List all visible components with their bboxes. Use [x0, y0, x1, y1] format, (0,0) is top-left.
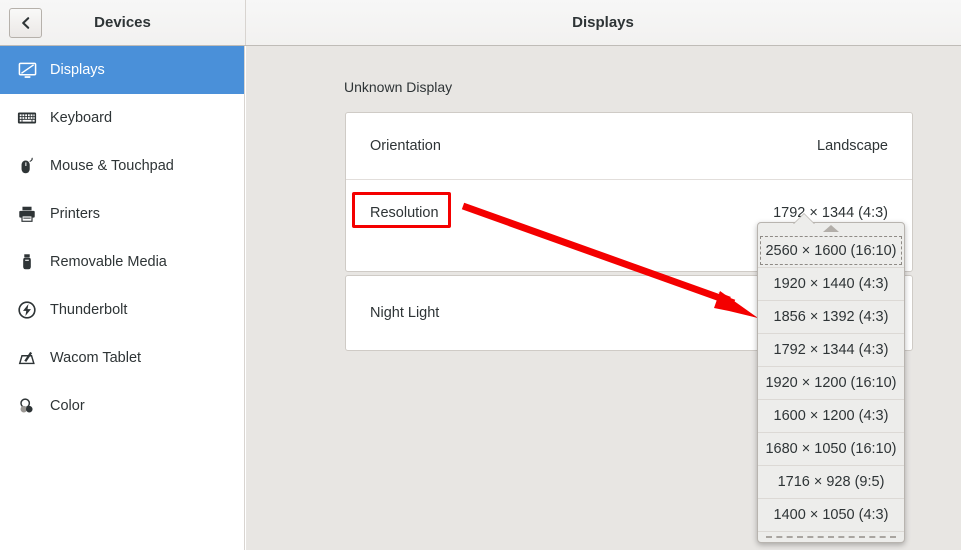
scroll-down-arrow-icon[interactable]	[758, 531, 904, 542]
sidebar-item-label: Wacom Tablet	[50, 349, 142, 366]
sidebar-item-printers[interactable]: Printers	[0, 190, 244, 238]
resolution-option[interactable]: 2560 × 1600 (16:10)	[758, 234, 904, 267]
resolution-dropdown[interactable]: 2560 × 1600 (16:10) 1920 × 1440 (4:3) 18…	[757, 222, 905, 543]
resolution-option[interactable]: 1792 × 1344 (4:3)	[758, 333, 904, 366]
orientation-label: Orientation	[370, 138, 441, 154]
settings-window: Devices Displays Displays Keyboard Mouse…	[0, 0, 961, 550]
sidebar-item-label: Thunderbolt	[50, 301, 128, 318]
sidebar-item-removable-media[interactable]: Removable Media	[0, 238, 244, 286]
sidebar-item-label: Keyboard	[50, 109, 113, 126]
orientation-value: Landscape	[817, 138, 888, 154]
section-title: Unknown Display	[344, 79, 453, 95]
sidebar-item-displays[interactable]: Displays	[0, 46, 244, 94]
page-title: Displays	[572, 14, 634, 31]
sidebar-item-mouse-touchpad[interactable]: Mouse & Touchpad	[0, 142, 244, 190]
resolution-option[interactable]: 1716 × 928 (9:5)	[758, 465, 904, 498]
printer-icon	[16, 203, 38, 225]
back-button[interactable]	[9, 8, 42, 38]
resolution-option[interactable]: 1600 × 1200 (4:3)	[758, 399, 904, 432]
header-left-section: Devices	[0, 0, 245, 45]
dropdown-pointer-tail	[793, 214, 815, 225]
resolution-option[interactable]: 1680 × 1050 (16:10)	[758, 432, 904, 465]
resolution-value: 1792 × 1344 (4:3)	[773, 204, 888, 221]
night-light-label: Night Light	[370, 305, 440, 321]
thunderbolt-icon	[16, 299, 38, 321]
mouse-icon	[16, 155, 38, 177]
resolution-option[interactable]: 1856 × 1392 (4:3)	[758, 300, 904, 333]
header-bar: Devices Displays	[0, 0, 961, 46]
sidebar-item-label: Printers	[50, 205, 100, 222]
sidebar-item-label: Displays	[50, 61, 105, 78]
scroll-up-arrow-icon[interactable]	[758, 223, 904, 234]
resolution-label: Resolution	[370, 204, 439, 221]
sidebar-item-keyboard[interactable]: Keyboard	[0, 94, 244, 142]
usb-drive-icon	[16, 251, 38, 273]
chevron-left-icon	[20, 16, 32, 30]
resolution-option[interactable]: 1400 × 1050 (4:3)	[758, 498, 904, 531]
sidebar-item-label: Color	[50, 397, 85, 414]
resolution-option-list: 2560 × 1600 (16:10) 1920 × 1440 (4:3) 18…	[758, 234, 904, 531]
sidebar-item-label: Mouse & Touchpad	[50, 157, 174, 174]
display-icon	[16, 59, 38, 81]
sidebar-item-label: Removable Media	[50, 253, 167, 270]
sidebar-item-thunderbolt[interactable]: Thunderbolt	[0, 286, 244, 334]
sidebar-item-wacom-tablet[interactable]: Wacom Tablet	[0, 334, 244, 382]
orientation-row[interactable]: Orientation Landscape	[346, 113, 912, 179]
color-profile-icon	[16, 395, 38, 417]
keyboard-icon	[16, 107, 38, 129]
wacom-tablet-icon	[16, 347, 38, 369]
sidebar: Displays Keyboard Mouse & Touchpad Print…	[0, 46, 245, 550]
resolution-option[interactable]: 1920 × 1440 (4:3)	[758, 267, 904, 300]
resolution-option[interactable]: 1920 × 1200 (16:10)	[758, 366, 904, 399]
sidebar-item-color[interactable]: Color	[0, 382, 244, 430]
